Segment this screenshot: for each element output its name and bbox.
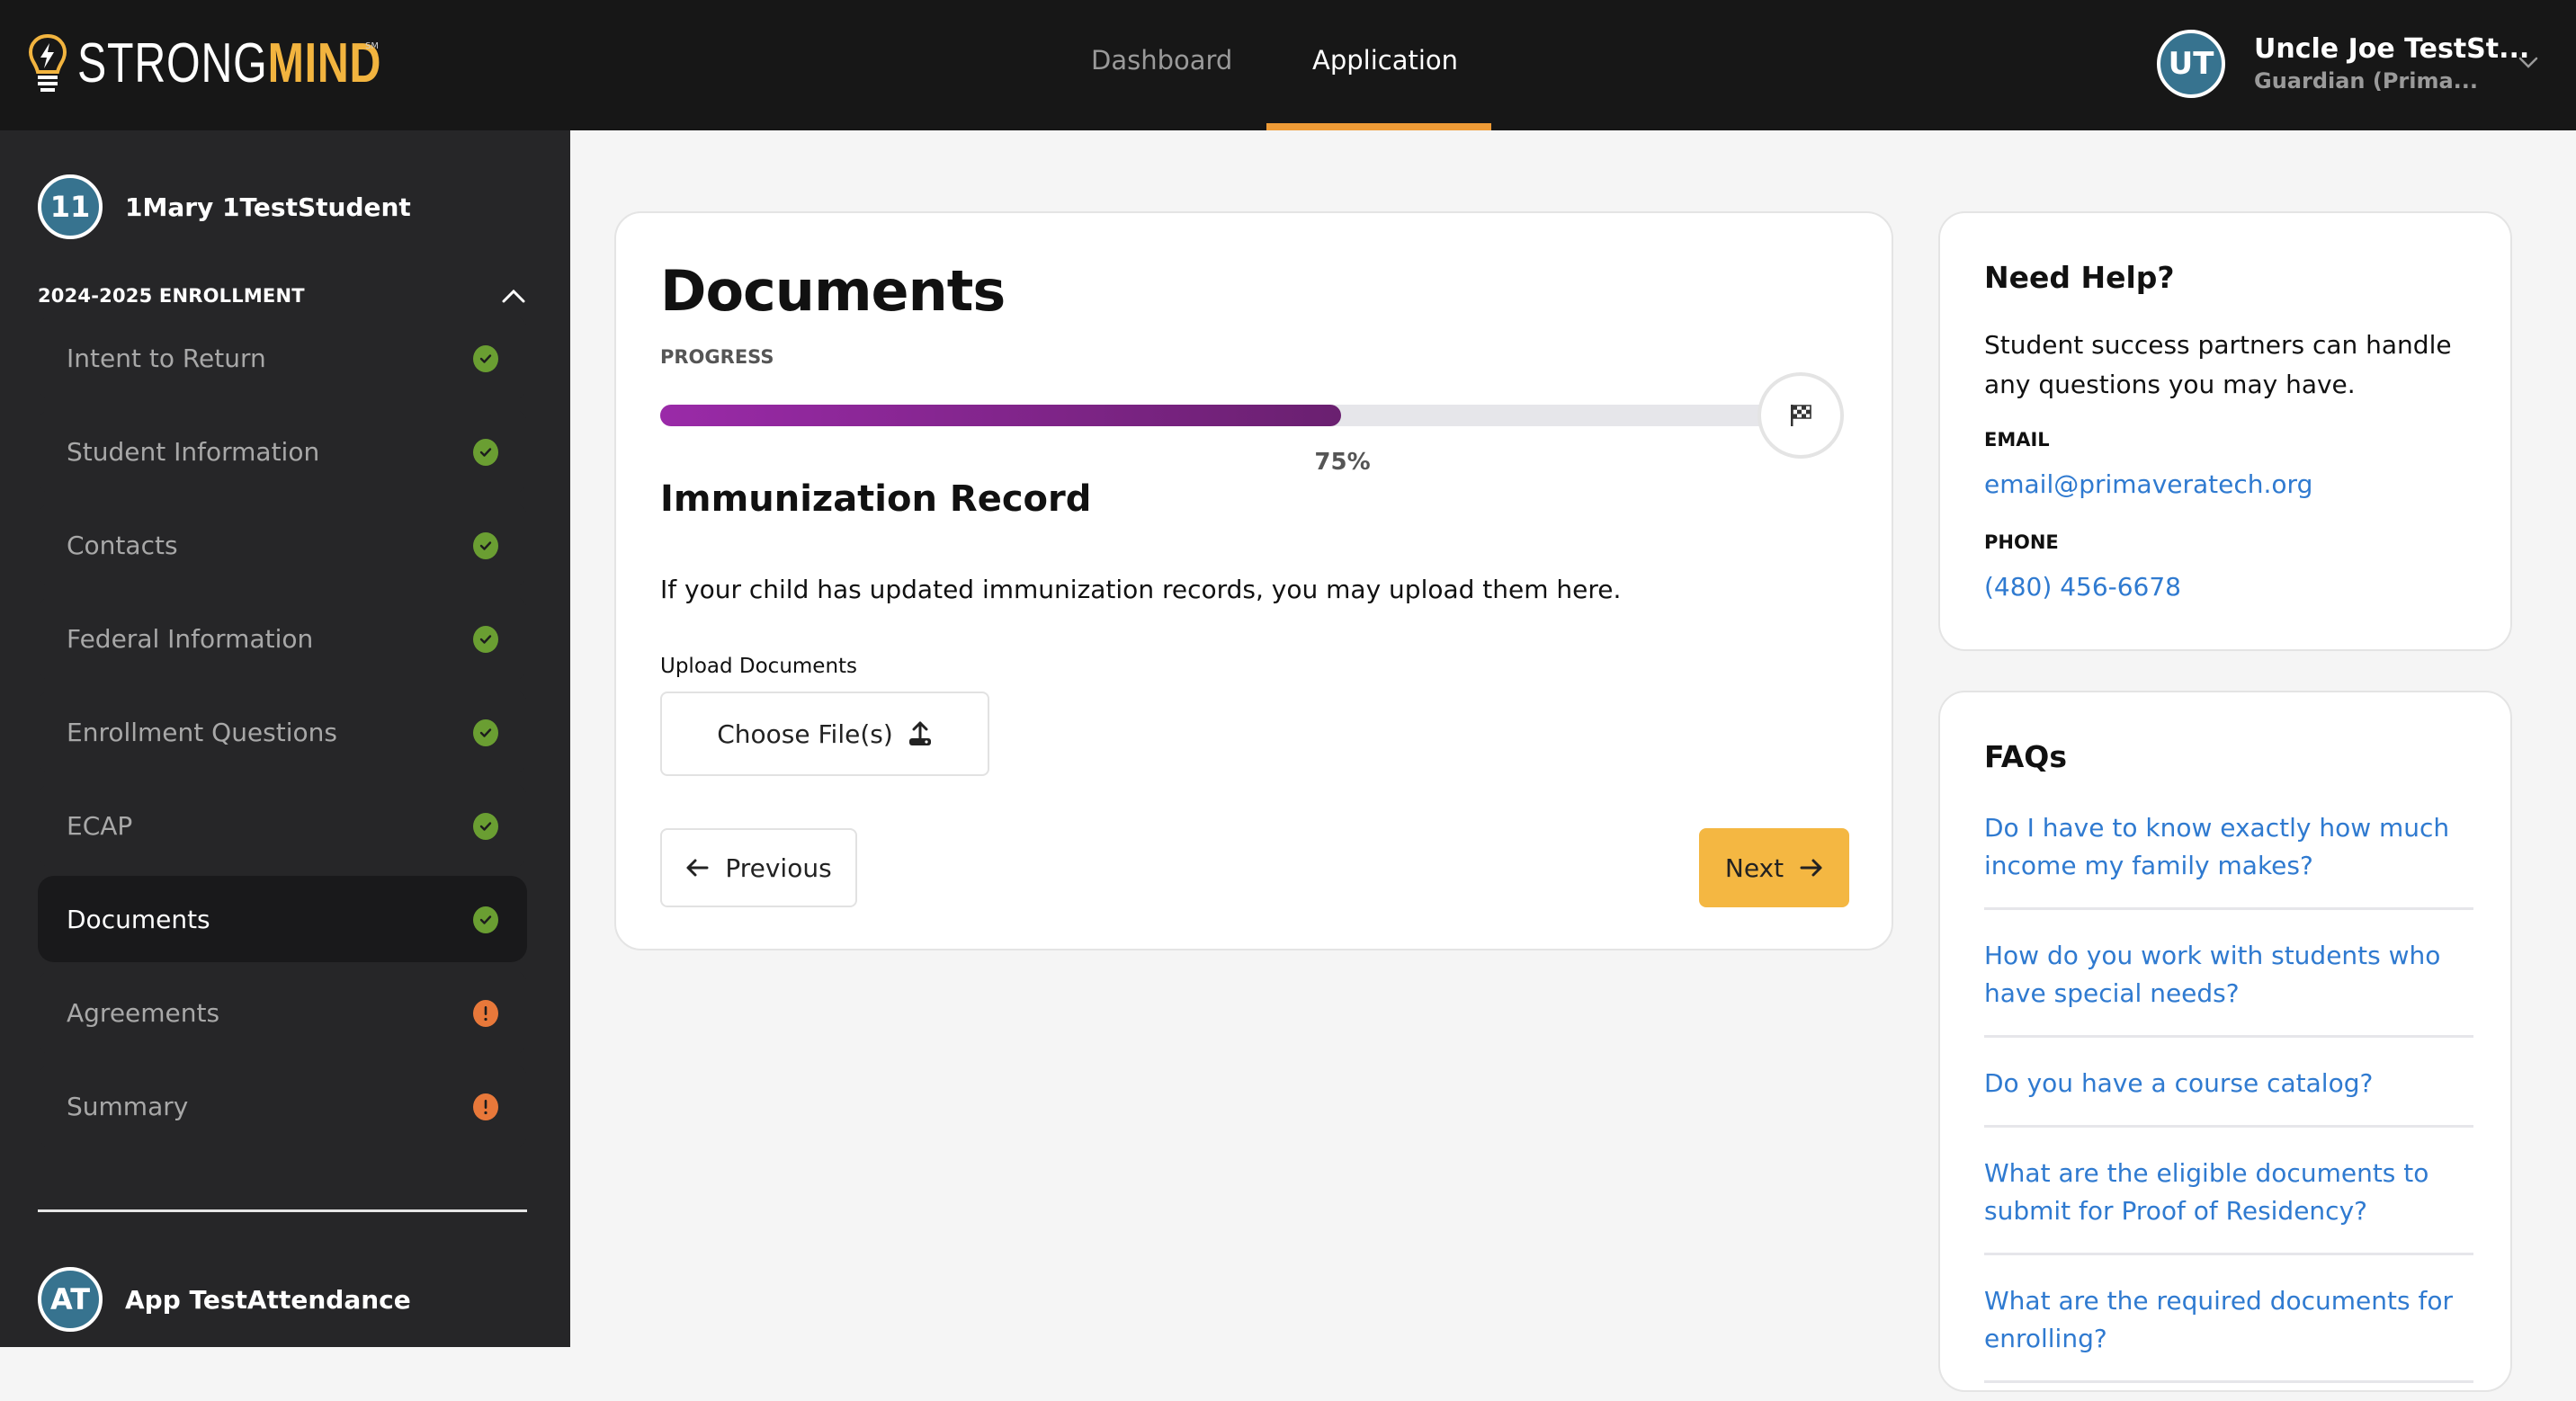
next-label: Next [1724,852,1784,883]
sidebar-step-agreements[interactable]: Agreements [38,969,527,1056]
progress-label: PROGRESS [660,346,774,368]
sidebar-step-label: Summary [67,1091,189,1121]
sidebar-step-label: Student Information [67,436,320,467]
check-circle-icon [473,345,498,372]
sidebar-step-label: Intent to Return [67,343,266,373]
phone-label: PHONE [1984,531,2059,553]
progress-bar [660,405,1775,426]
faq-link[interactable]: Do you have a course catalog? [1984,1056,2473,1128]
top-header: STRONGMIND SM Dashboard Application UT U… [0,0,2576,130]
nav-application[interactable]: Application [1312,45,1458,76]
need-help-card: Need Help? Student success partners can … [1938,211,2512,651]
section-title: Immunization Record [660,478,1092,520]
page-title: Documents [660,258,1006,324]
user-role: Guardian (Prima... [2254,68,2479,94]
sidebar-step-label: ECAP [67,810,133,841]
logo-wordmark: STRONGMIND [77,32,381,95]
sidebar: 11 1Mary 1TestStudent 2024-2025 ENROLLME… [0,130,570,1347]
faq-list: Do I have to know exactly how much incom… [1984,800,2473,1401]
choose-files-label: Choose File(s) [717,718,893,749]
sidebar-step-intent-to-return[interactable]: Intent to Return [38,315,527,401]
second-student-avatar: AT [38,1267,103,1332]
sidebar-step-summary[interactable]: Summary [38,1063,527,1149]
service-mark: SM [365,41,379,51]
help-title: Need Help? [1984,260,2175,295]
section-description: If your child has updated immunization r… [660,575,1622,604]
second-student-selector[interactable]: AT App TestAttendance [38,1267,411,1332]
student-name: 1Mary 1TestStudent [125,192,411,222]
student-avatar: 11 [38,174,103,239]
sidebar-step-label: Enrollment Questions [67,717,337,747]
nav-dashboard[interactable]: Dashboard [1091,45,1232,76]
lightbulb-icon [28,33,67,92]
active-tab-indicator [1266,123,1491,130]
check-circle-icon [473,439,498,466]
check-circle-icon [473,532,498,559]
strongmind-logo[interactable]: STRONGMIND SM [27,32,468,95]
sidebar-divider [38,1209,527,1212]
arrow-left-icon [686,859,709,877]
chevron-down-icon[interactable] [2517,50,2540,74]
previous-button[interactable]: Previous [660,828,857,907]
previous-label: Previous [725,852,832,883]
sidebar-step-contacts[interactable]: Contacts [38,502,527,588]
student-selector[interactable]: 11 1Mary 1TestStudent [38,174,411,239]
arrow-right-icon [1800,859,1822,877]
user-info: Uncle Joe TestSt... Guardian (Prima... [2254,32,2530,95]
checkered-flag-icon [1791,405,1811,426]
warning-circle-icon [473,1093,498,1120]
documents-card: Documents PROGRESS 75% Immunization Reco… [614,211,1893,950]
logo-strong: STRONG [77,32,268,94]
faq-link[interactable]: What are the required documents for enro… [1984,1273,2473,1383]
progress-finish-marker [1758,372,1844,459]
faqs-card: FAQs Do I have to know exactly how much … [1938,691,2512,1392]
phone-link[interactable]: (480) 456-6678 [1984,572,2181,602]
sidebar-step-documents[interactable]: Documents [38,876,527,962]
upload-icon [908,721,931,745]
sidebar-step-student-information[interactable]: Student Information [38,408,527,495]
sidebar-step-federal-information[interactable]: Federal Information [38,595,527,682]
next-button[interactable]: Next [1699,828,1849,907]
faq-link[interactable]: Do I have to know exactly how much incom… [1984,800,2473,910]
progress-percent: 75% [1314,449,1371,476]
sidebar-step-label: Contacts [67,530,178,560]
warning-circle-icon [473,1000,498,1027]
sidebar-step-ecap[interactable]: ECAP [38,782,527,869]
enrollment-steps: Intent to Return Student Information Conta… [38,315,527,1156]
check-circle-icon [473,626,498,653]
faqs-title: FAQs [1984,739,2067,774]
sidebar-step-label: Federal Information [67,623,314,654]
email-label: EMAIL [1984,429,2050,451]
sidebar-step-label: Documents [67,904,210,934]
second-student-name: App TestAttendance [125,1284,411,1315]
sidebar-step-enrollment-questions[interactable]: Enrollment Questions [38,689,527,775]
user-menu[interactable]: UT Uncle Joe TestSt... Guardian (Prima..… [2157,30,2530,98]
enrollment-title: 2024-2025 ENROLLMENT [38,285,305,307]
email-link[interactable]: email@primaveratech.org [1984,469,2312,499]
user-name: Uncle Joe TestSt... [2254,33,2530,65]
help-description: Student success partners can handle any … [1984,330,2452,399]
progress-fill [660,405,1341,426]
faq-link[interactable]: What are the eligible documents to submi… [1984,1146,2473,1255]
check-circle-icon [473,813,498,840]
check-circle-icon [473,719,498,746]
enrollment-section-toggle[interactable]: 2024-2025 ENROLLMENT [38,285,527,307]
chevron-up-icon [502,289,525,303]
upload-documents-label: Upload Documents [660,655,858,678]
choose-files-button[interactable]: Choose File(s) [660,692,989,776]
sidebar-step-label: Agreements [67,997,220,1028]
faq-link[interactable]: How do you work with students who have s… [1984,928,2473,1038]
user-avatar: UT [2157,30,2225,98]
check-circle-icon [473,906,498,933]
